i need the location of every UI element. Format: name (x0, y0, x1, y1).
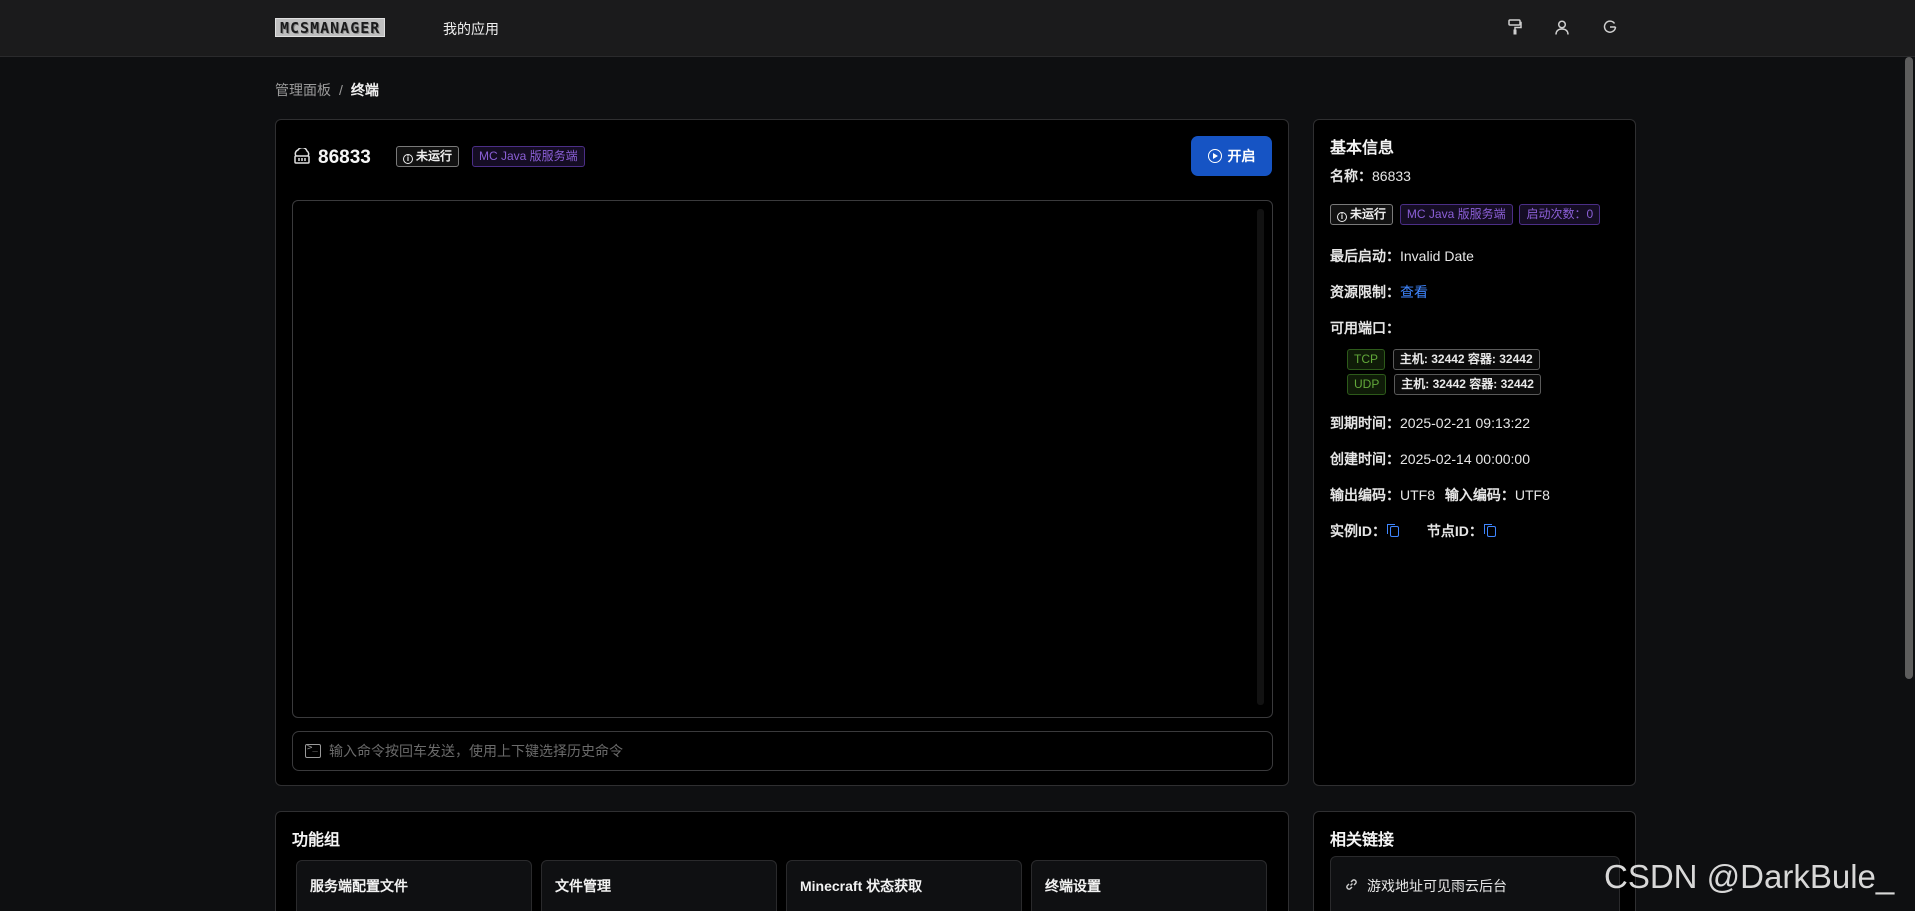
link-icon (1345, 878, 1358, 894)
basic-info-card: 基本信息 名称：86833 i 未运行 MC Java 版服务端 启动次数：0 最… (1313, 119, 1636, 786)
port-proto-badge: TCP (1347, 349, 1385, 370)
port-row-udp: UDP 主机: 32442 容器: 32442 (1347, 374, 1541, 395)
output-encoding-label: 输出编码： (1330, 487, 1400, 503)
resource-limit-label: 资源限制： (1330, 284, 1400, 300)
info-last-start-row: 最后启动：Invalid Date (1330, 246, 1474, 266)
command-input-container (292, 731, 1273, 771)
info-circle-icon: i (1337, 212, 1347, 222)
info-created-row: 创建时间：2025-02-14 00:00:00 (1330, 449, 1530, 469)
page-scrollbar[interactable] (1905, 57, 1913, 679)
terminal-icon (305, 743, 321, 758)
info-name-label: 名称： (1330, 168, 1372, 184)
user-icon[interactable] (1552, 17, 1572, 37)
breadcrumb-current: 终端 (350, 82, 379, 98)
created-label: 创建时间： (1330, 451, 1400, 467)
instance-id-label: 实例ID： (1330, 523, 1386, 539)
terminal-scrollbar[interactable] (1257, 209, 1264, 705)
status-badge: i 未运行 (396, 146, 460, 167)
info-ports-label-row: 可用端口： (1330, 318, 1400, 338)
info-name-value: 86833 (1372, 168, 1411, 184)
related-links-card: 相关链接 游戏地址可见雨云后台 (1313, 811, 1636, 911)
logout-icon[interactable] (1600, 17, 1620, 37)
expire-value: 2025-02-21 09:13:22 (1400, 415, 1530, 431)
info-circle-icon: i (403, 154, 413, 164)
info-tags-row: i 未运行 MC Java 版服务端 启动次数：0 (1330, 204, 1601, 225)
breadcrumb: 管理面板 / 终端 (275, 80, 379, 100)
instance-name: 86833 (318, 147, 371, 168)
breadcrumb-root[interactable]: 管理面板 (275, 82, 331, 98)
instance-type-badge: MC Java 版服务端 (472, 146, 585, 167)
input-encoding-label: 输入编码： (1444, 487, 1515, 503)
related-link-item[interactable]: 游戏地址可见雨云后台 (1330, 856, 1620, 911)
function-server-config[interactable]: 服务端配置文件 (296, 860, 532, 911)
function-group-card: 功能组 服务端配置文件 文件管理 Minecraft 状态获取 终端设置 (275, 811, 1289, 911)
cloud-server-icon (292, 146, 312, 168)
start-count-badge: 启动次数：0 (1519, 204, 1601, 225)
function-group-title: 功能组 (292, 832, 341, 849)
function-item-label: 终端设置 (1045, 878, 1101, 894)
port-mapping-badge: 主机: 32442 容器: 32442 (1394, 374, 1541, 395)
status-badge-label: 未运行 (416, 149, 453, 163)
info-encoding-row: 输出编码：UTF8 输入编码：UTF8 (1330, 485, 1550, 505)
breadcrumb-separator: / (339, 82, 343, 98)
info-status-badge: i 未运行 (1330, 204, 1394, 225)
node-id-label: 节点ID： (1426, 523, 1483, 539)
info-ids-row: 实例ID： 节点ID： (1330, 521, 1496, 541)
nav-my-apps[interactable]: 我的应用 (443, 19, 499, 39)
input-encoding-value: UTF8 (1514, 487, 1550, 503)
function-file-manager[interactable]: 文件管理 (541, 860, 777, 911)
related-link-label: 游戏地址可见雨云后台 (1367, 878, 1507, 894)
port-mapping-badge: 主机: 32442 容器: 32442 (1392, 349, 1540, 370)
ports-label: 可用端口： (1330, 320, 1400, 336)
mcsmanager-logo[interactable]: MCSMANAGER (275, 18, 386, 37)
copy-node-id-icon[interactable] (1483, 524, 1496, 537)
copy-instance-id-icon[interactable] (1387, 524, 1399, 537)
info-type-badge: MC Java 版服务端 (1399, 204, 1513, 225)
command-input[interactable] (329, 743, 1229, 759)
info-expire-row: 到期时间：2025-02-21 09:13:22 (1330, 413, 1530, 433)
terminal-card: 86833 i 未运行 MC Java 版服务端 开启 (275, 119, 1289, 786)
info-status-label: 未运行 (1350, 207, 1387, 221)
top-navbar: MCSMANAGER 我的应用 (0, 0, 1915, 57)
info-name-row: 名称：86833 (1330, 166, 1411, 186)
last-start-label: 最后启动： (1330, 248, 1400, 264)
start-button-label: 开启 (1227, 148, 1256, 164)
created-value: 2025-02-14 00:00:00 (1400, 451, 1530, 467)
function-terminal-settings[interactable]: 终端设置 (1031, 860, 1267, 911)
resource-view-link[interactable]: 查看 (1400, 284, 1428, 300)
paint-roller-icon[interactable] (1505, 17, 1525, 37)
port-proto-badge: UDP (1347, 374, 1387, 395)
last-start-value: Invalid Date (1400, 248, 1474, 264)
related-links-title: 相关链接 (1330, 832, 1395, 849)
csdn-watermark: CSDN @DarkBule_ (1604, 858, 1895, 895)
info-resource-row: 资源限制：查看 (1330, 282, 1428, 302)
function-item-label: Minecraft 状态获取 (800, 878, 923, 894)
function-item-label: 服务端配置文件 (310, 878, 408, 894)
output-encoding-value: UTF8 (1400, 487, 1435, 503)
function-minecraft-status[interactable]: Minecraft 状态获取 (786, 860, 1022, 911)
terminal-output[interactable] (292, 200, 1273, 718)
start-button[interactable]: 开启 (1191, 136, 1272, 176)
basic-info-title: 基本信息 (1330, 140, 1395, 157)
expire-label: 到期时间： (1330, 415, 1400, 431)
play-circle-icon (1207, 149, 1222, 163)
function-item-label: 文件管理 (555, 878, 611, 894)
port-row-tcp: TCP 主机: 32442 容器: 32442 (1347, 349, 1540, 370)
